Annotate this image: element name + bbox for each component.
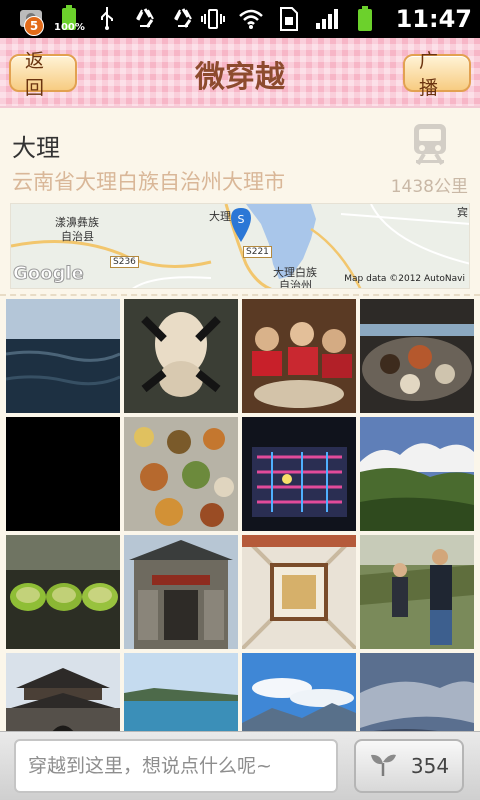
title-bar: 返回 微穿越 广播	[0, 38, 480, 108]
google-logo: Google	[13, 263, 85, 285]
separator	[0, 294, 480, 296]
train-icon	[410, 122, 450, 170]
message-input[interactable]	[16, 741, 336, 791]
photo-thumbnail[interactable]	[6, 417, 120, 531]
notification-count-badge: 5	[24, 16, 44, 36]
svg-text:S: S	[238, 213, 245, 226]
photo-thumbnail[interactable]	[242, 535, 356, 649]
clock: 11:47	[395, 5, 472, 33]
photo-grid	[0, 298, 480, 731]
photo-thumbnail[interactable]	[124, 653, 238, 731]
photo-thumbnail[interactable]	[242, 299, 356, 413]
photo-thumbnail[interactable]	[124, 299, 238, 413]
photo-thumbnail[interactable]	[6, 299, 120, 413]
map-attribution: Map data ©2012 AutoNavi	[344, 274, 465, 284]
photo-thumbnail[interactable]	[360, 417, 474, 531]
battery-icon	[352, 6, 378, 32]
road-shield: S236	[110, 256, 139, 268]
photo-thumbnail[interactable]	[242, 417, 356, 531]
photo-thumbnail[interactable]	[360, 653, 474, 731]
photo-thumbnail[interactable]	[360, 299, 474, 413]
sprout-count: 354	[410, 754, 450, 778]
sim-card-icon	[276, 6, 302, 32]
map-label: 宾	[457, 206, 468, 219]
message-input-wrapper	[14, 739, 338, 793]
signal-strength-icon	[314, 6, 340, 32]
location-header: 大理 云南省大理白族自治州大理市 1438公里 S 漾濞彝族 自治县 大理 大理…	[0, 108, 480, 298]
recycle-icon	[170, 5, 196, 31]
map-label: 大理	[209, 210, 231, 223]
vibrate-icon	[200, 6, 226, 32]
photo-thumbnail[interactable]	[6, 653, 120, 731]
battery-percent: 100%	[54, 22, 85, 33]
status-bar: 5 100% 11:47	[0, 0, 480, 38]
wifi-icon	[238, 6, 264, 32]
photo-thumbnail[interactable]	[124, 535, 238, 649]
location-map[interactable]: S 漾濞彝族 自治县 大理 大理白族 自治州 宾 S221 S236 Googl…	[10, 203, 470, 289]
distance-label: 1438公里	[390, 177, 468, 197]
usb-icon	[94, 5, 120, 31]
photo-thumbnail[interactable]	[124, 417, 238, 531]
location-address: 云南省大理白族自治州大理市	[12, 170, 285, 194]
road-shield: S221	[243, 246, 272, 258]
sprout-button[interactable]: 354	[354, 739, 464, 793]
map-label: 自治县	[61, 230, 94, 243]
photo-thumbnail[interactable]	[242, 653, 356, 731]
composer-bar: 354	[0, 731, 480, 800]
sprout-icon	[369, 751, 397, 781]
photo-thumbnail[interactable]	[6, 535, 120, 649]
broadcast-button[interactable]: 广播	[403, 50, 471, 99]
recycle-icon	[132, 5, 158, 31]
location-name: 大理	[12, 134, 60, 162]
map-label: 自治州	[279, 279, 312, 289]
photo-thumbnail[interactable]	[360, 535, 474, 649]
